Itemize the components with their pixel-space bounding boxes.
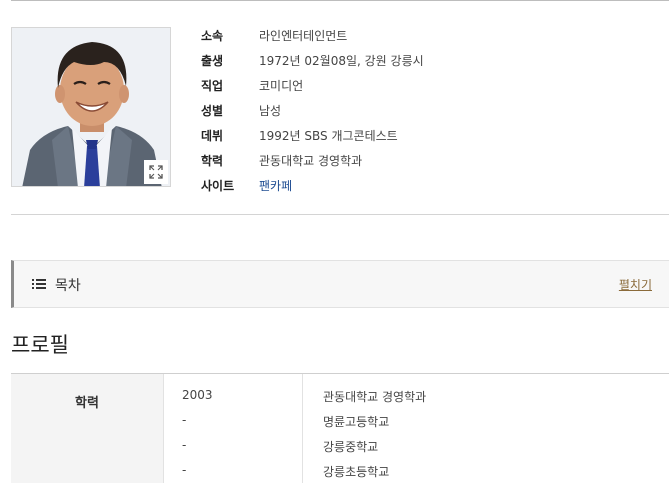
education-year: - bbox=[182, 463, 187, 477]
info-label: 출생 bbox=[201, 54, 224, 68]
info-label: 직업 bbox=[201, 79, 224, 93]
education-school: 관동대학교 경영학과 bbox=[323, 390, 427, 404]
education-school: 강릉중학교 bbox=[323, 440, 379, 454]
info-row-education: 학력 관동대학교 경영학과 bbox=[201, 148, 424, 173]
info-value: 남성 bbox=[259, 104, 282, 118]
info-label: 데뷔 bbox=[201, 129, 224, 143]
toc-title: 목차 bbox=[55, 278, 81, 294]
table-row: - 강릉초등학교 bbox=[164, 463, 426, 488]
list-icon bbox=[32, 279, 46, 289]
education-label-cell: 학력 bbox=[11, 374, 163, 483]
profile-info-list: 소속 라인엔터테인먼트 출생 1972년 02월08일, 강원 강릉시 직업 코… bbox=[201, 23, 424, 198]
toc-expand-link[interactable]: 펼치기 bbox=[619, 276, 652, 293]
info-row-gender: 성별 남성 bbox=[201, 98, 424, 123]
expand-icon bbox=[149, 165, 163, 179]
table-row: - 강릉중학교 bbox=[164, 438, 426, 463]
info-label: 학력 bbox=[201, 154, 224, 168]
info-label: 사이트 bbox=[201, 179, 235, 193]
info-value: 라인엔터테인먼트 bbox=[259, 29, 348, 43]
education-table: 2003 관동대학교 경영학과 - 명륜고등학교 - 강릉중학교 - 강릉초등학… bbox=[164, 388, 426, 488]
info-label: 성별 bbox=[201, 104, 224, 118]
education-year: - bbox=[182, 413, 187, 427]
info-row-site: 사이트 팬카페 bbox=[201, 173, 424, 198]
table-of-contents: 목차 펼치기 bbox=[11, 260, 669, 308]
table-row: - 명륜고등학교 bbox=[164, 413, 426, 438]
info-value: 코미디언 bbox=[259, 79, 304, 93]
fancafe-link[interactable]: 팬카페 bbox=[259, 177, 292, 194]
info-row-job: 직업 코미디언 bbox=[201, 73, 424, 98]
info-row-birth: 출생 1972년 02월08일, 강원 강릉시 bbox=[201, 48, 424, 73]
info-label: 소속 bbox=[201, 29, 224, 43]
info-value: 1992년 SBS 개그콘테스트 bbox=[259, 129, 398, 143]
info-value: 관동대학교 경영학과 bbox=[259, 154, 363, 168]
info-row-agency: 소속 라인엔터테인먼트 bbox=[201, 23, 424, 48]
section-title: 프로필 bbox=[11, 333, 69, 357]
education-label: 학력 bbox=[75, 396, 99, 411]
education-school: 강릉초등학교 bbox=[323, 465, 390, 479]
table-row: 2003 관동대학교 경영학과 bbox=[164, 388, 426, 413]
profile-photo[interactable] bbox=[11, 27, 171, 187]
education-school: 명륜고등학교 bbox=[323, 415, 390, 429]
education-year: 2003 bbox=[182, 388, 213, 402]
section-divider bbox=[11, 214, 669, 215]
info-value: 1972년 02월08일, 강원 강릉시 bbox=[259, 54, 424, 68]
info-row-debut: 데뷔 1992년 SBS 개그콘테스트 bbox=[201, 123, 424, 148]
top-divider bbox=[11, 0, 669, 1]
education-year: - bbox=[182, 438, 187, 452]
photo-expand-button[interactable] bbox=[144, 160, 168, 184]
